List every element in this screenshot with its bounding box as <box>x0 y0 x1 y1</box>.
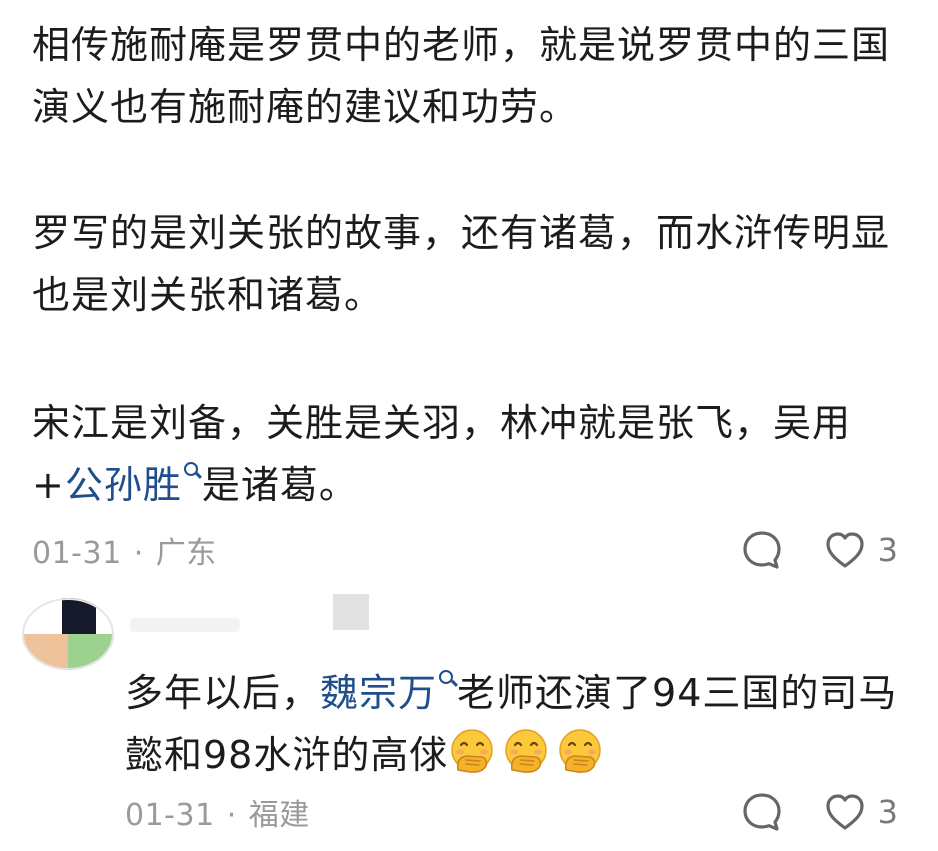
like-count: 3 <box>877 793 898 831</box>
avatar[interactable] <box>22 598 114 670</box>
comment-location: 广东 <box>155 536 217 571</box>
comment-actions: 3 <box>740 528 898 572</box>
heart-icon[interactable] <box>824 792 866 832</box>
comment-date: 01-31 <box>32 536 122 571</box>
face-with-hand-over-mouth-emoji <box>559 729 602 773</box>
mention-link-gongsunsheng[interactable]: 公孙胜 <box>65 463 182 507</box>
username-redacted <box>130 618 240 632</box>
face-with-hand-over-mouth-emoji <box>451 729 494 773</box>
reply-location: 福建 <box>248 798 310 833</box>
search-icon[interactable] <box>439 670 454 684</box>
comment-paragraph-2: 罗写的是刘关张的故事，还有诸葛，而水浒传明显也是刘关张和诸葛。 <box>32 211 891 317</box>
comment-bubble-icon[interactable] <box>740 790 784 834</box>
search-icon[interactable] <box>183 462 198 476</box>
face-with-hand-over-mouth-emoji <box>505 729 548 773</box>
like-count: 3 <box>877 531 898 569</box>
comment-paragraph-3-text-end: 是诸葛。 <box>201 463 358 507</box>
meta-separator: · <box>133 536 144 571</box>
comment-paragraph-3: 宋江是刘备，关胜是关羽，林冲就是张飞，吴用+公孙胜 是诸葛。 <box>32 392 892 516</box>
heart-icon[interactable] <box>824 530 866 570</box>
mention-link-weizongwan[interactable]: 魏宗万 <box>320 671 437 715</box>
reply-date: 01-31 <box>125 798 215 833</box>
meta-separator: · <box>226 798 237 833</box>
comment-meta-row: 01-31 · 广东 3 <box>32 528 898 572</box>
badge-redacted <box>333 594 369 630</box>
comment-paragraph-1: 相传施耐庵是罗贯中的老师，就是说罗贯中的三国演义也有施耐庵的建议和功劳。 <box>32 23 891 129</box>
comment-meta: 01-31 · 广东 <box>32 528 217 572</box>
reply-text: 多年以后，魏宗万 老师还演了94三国的司马懿和98水浒的高俅 <box>125 662 905 786</box>
reply-text-start: 多年以后， <box>125 671 321 715</box>
reply-meta-row: 01-31 · 福建 3 <box>125 790 898 834</box>
comment-bubble-icon[interactable] <box>740 528 784 572</box>
reply-actions: 3 <box>740 790 898 834</box>
reply-meta: 01-31 · 福建 <box>125 790 310 834</box>
